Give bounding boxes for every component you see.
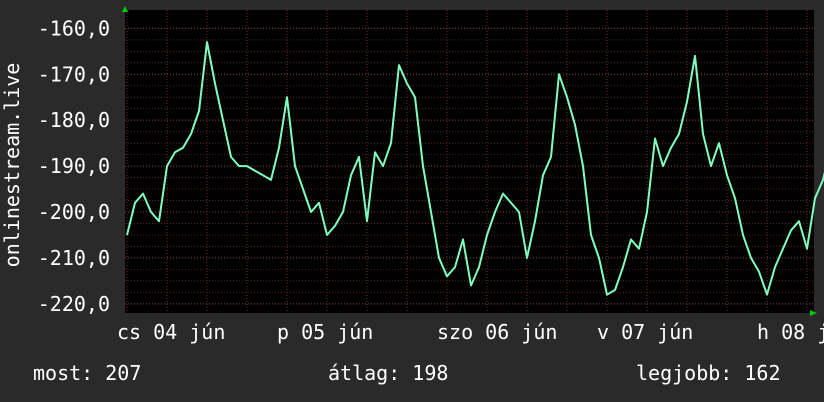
y-tick-labels: -160,0 -170,0 -180,0 -190,0 -200,0 -210,0 -220… [38, 16, 110, 315]
y-tick-label: -200,0 [38, 200, 110, 224]
x-tick-labels: cs 04 jún p 05 jún szo 06 jún v 07 jún h 08 … [117, 320, 824, 344]
y-tick-label: -170,0 [38, 62, 110, 86]
stat-now-label: most: [33, 361, 94, 385]
x-tick-label: h 08 jún [757, 320, 824, 344]
y-tick-label: -220,0 [38, 292, 110, 316]
y-axis-arrow [122, 6, 128, 12]
stat-best-value: 162 [744, 361, 781, 385]
stat-average: átlag: 198 [328, 361, 448, 385]
chart: -160,0 -170,0 -180,0 -190,0 -200,0 -210,0 -220… [0, 6, 824, 344]
y-tick-label: -210,0 [38, 246, 110, 270]
x-tick-label: szo 06 jún [437, 320, 557, 344]
stat-best-label: legjobb: [636, 361, 733, 385]
stat-average-label: átlag: [328, 361, 401, 385]
stat-average-value: 198 [412, 361, 449, 385]
x-tick-label: v 07 jún [597, 320, 693, 344]
stat-now-value: 207 [105, 361, 142, 385]
stat-best: legjobb: 162 [636, 361, 781, 385]
x-tick-label: cs 04 jún [117, 320, 225, 344]
y-tick-label: -180,0 [38, 108, 110, 132]
x-tick-label: p 05 jún [277, 320, 373, 344]
y-axis-label: onlinestream.live [0, 63, 24, 268]
stats-bar: most: 207 átlag: 198 legjobb: 162 [0, 361, 824, 391]
y-tick-label: -190,0 [38, 154, 110, 178]
stat-now: most: 207 [33, 361, 141, 385]
y-tick-label: -160,0 [38, 16, 110, 40]
